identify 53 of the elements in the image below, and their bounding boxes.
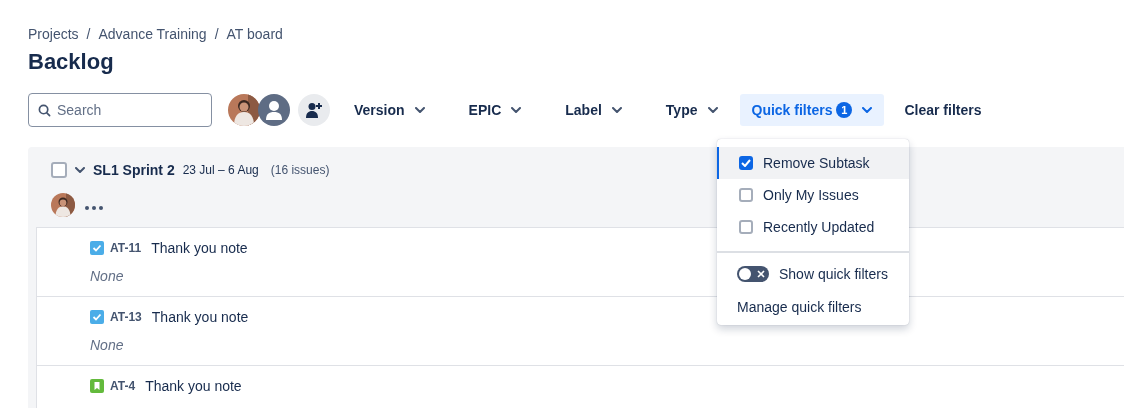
breadcrumb-link[interactable]: AT board xyxy=(226,26,283,42)
issue-key[interactable]: AT-11 xyxy=(110,241,142,255)
toggle-switch[interactable] xyxy=(737,266,769,282)
issue-key[interactable]: AT-4 xyxy=(110,379,136,393)
breadcrumb-separator: / xyxy=(86,26,91,42)
chevron-down-icon[interactable] xyxy=(75,167,85,173)
search-field[interactable]: Search xyxy=(57,102,187,118)
chevron-down-icon xyxy=(862,107,873,113)
issue-summary: Thank you note xyxy=(151,240,248,256)
checkbox[interactable] xyxy=(739,220,753,234)
filter-dropdown[interactable]: Version xyxy=(342,94,437,126)
issue-summary: Thank you note xyxy=(151,309,249,325)
breadcrumb-link[interactable]: Advance Training xyxy=(98,26,207,42)
sprint-name: SL1 Sprint 2 xyxy=(93,162,175,178)
avatar[interactable] xyxy=(51,193,75,217)
add-people-button[interactable] xyxy=(298,94,330,126)
cross-icon xyxy=(757,270,765,278)
breadcrumb-link[interactable]: Projects xyxy=(28,26,79,42)
menu-item-label: Only My Issues xyxy=(763,187,859,203)
epic-label: None xyxy=(90,268,124,284)
add-user-icon xyxy=(305,102,323,118)
breadcrumb-separator: / xyxy=(214,26,219,42)
clear-filters-button[interactable]: Clear filters xyxy=(892,102,994,118)
search-field[interactable]: Search xyxy=(28,93,212,127)
toggle-label: Show quick filters xyxy=(779,266,888,282)
task-icon xyxy=(90,241,104,255)
chevron-down-icon xyxy=(707,107,718,113)
story-icon xyxy=(90,379,104,393)
checkbox[interactable] xyxy=(739,156,753,170)
sprint-dates: 23 Jul – 6 Aug xyxy=(182,163,259,177)
checkbox[interactable] xyxy=(739,188,753,202)
page-title: Backlog xyxy=(28,49,115,75)
issue-key[interactable]: AT-13 xyxy=(110,310,142,324)
chevron-down-icon xyxy=(511,107,522,113)
epic-label: None xyxy=(90,337,124,353)
menu-item-label: Remove Subtask xyxy=(763,155,870,171)
avatar[interactable] xyxy=(258,94,290,126)
issue-count: (16 issues) xyxy=(270,163,330,177)
filter-dropdown[interactable]: Label xyxy=(553,94,634,126)
count-badge: 1 xyxy=(836,102,853,118)
task-icon xyxy=(90,310,104,324)
menu-item[interactable]: Remove Subtask xyxy=(717,147,909,179)
filter-dropdown[interactable]: EPIC xyxy=(456,94,534,126)
chevron-down-icon xyxy=(414,107,425,113)
filter-dropdown[interactable]: Type xyxy=(653,94,730,126)
menu-item[interactable]: Only My Issues xyxy=(717,179,909,211)
search-icon xyxy=(38,103,51,117)
avatar[interactable] xyxy=(228,94,260,126)
filter-dropdown[interactable]: Quick filters 1 xyxy=(739,94,885,126)
issue-summary: Thank you note xyxy=(145,378,242,394)
checkbox[interactable] xyxy=(51,162,67,178)
chevron-down-icon xyxy=(611,107,622,113)
issue-row[interactable]: AT-4 Thank you note xyxy=(36,365,1124,408)
